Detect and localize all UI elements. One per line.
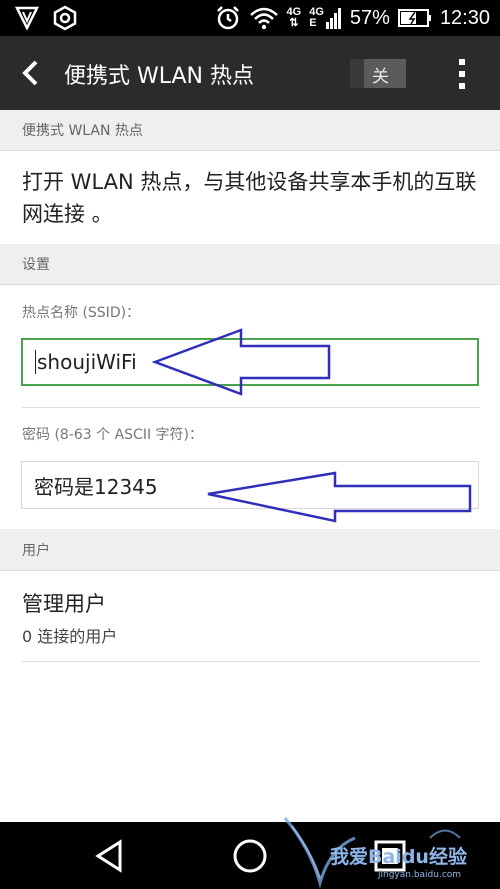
shield-v-icon (14, 6, 40, 31)
watermark-url: jingyan.baidu.com (378, 870, 462, 880)
password-input[interactable]: 密码是12345 (21, 461, 479, 509)
overflow-menu-button[interactable] (450, 56, 474, 92)
hexagon-settings-icon (53, 5, 77, 31)
cell-signal-indicator: 4G E (309, 7, 342, 29)
overflow-dot (459, 59, 465, 65)
section-header-settings: 设置 (0, 244, 500, 285)
toggle-state-label: 关 (372, 67, 389, 87)
section-header-hotspot: 便携式 WLAN 热点 (0, 110, 500, 151)
ssid-value: shoujiWiFi (37, 350, 137, 374)
network-type-indicator: 4G ⇅ (286, 6, 302, 29)
home-circle-icon[interactable] (230, 836, 270, 876)
manage-users-title: 管理用户 (22, 592, 106, 616)
battery-charging-icon (397, 9, 431, 27)
overflow-dot (459, 71, 465, 77)
status-bar: 4G ⇅ 4G E 57% 12:30 (0, 0, 500, 36)
back-button[interactable] (14, 56, 48, 90)
manage-users-item[interactable]: 管理用户 0 连接的用户 (0, 571, 500, 661)
alarm-icon (216, 6, 239, 30)
ssid-label: 热点名称 (SSID)： (22, 305, 141, 321)
ssid-input[interactable]: shoujiWiFi (21, 338, 479, 386)
overflow-dot (459, 83, 465, 89)
divider (22, 407, 480, 408)
action-bar: 便携式 WLAN 热点 关 (0, 36, 500, 110)
toggle-knob (350, 59, 364, 88)
back-triangle-icon[interactable] (90, 836, 130, 876)
signal-bars-icon (325, 8, 341, 29)
connected-users-count: 0 连接的用户 (22, 627, 118, 646)
wifi-icon (249, 7, 278, 30)
divider (22, 661, 480, 662)
watermark-text: 我爱Baidu经验 (330, 846, 467, 868)
section-header-users: 用户 (0, 529, 500, 571)
page-title: 便携式 WLAN 热点 (64, 64, 255, 89)
battery-percent: 57% (349, 6, 390, 29)
hotspot-toggle[interactable]: 关 (350, 59, 406, 88)
clock: 12:30 (439, 6, 490, 29)
password-value: 密码是12345 (34, 474, 158, 499)
password-label: 密码 (8-63 个 ASCII 字符)： (22, 427, 203, 443)
chevron-left-icon (22, 60, 38, 86)
text-cursor (35, 350, 36, 374)
hotspot-description: 打开 WLAN 热点，与其他设备共享本手机的互联网连接 。 (22, 170, 477, 226)
cell-sub-label: E (309, 17, 317, 29)
